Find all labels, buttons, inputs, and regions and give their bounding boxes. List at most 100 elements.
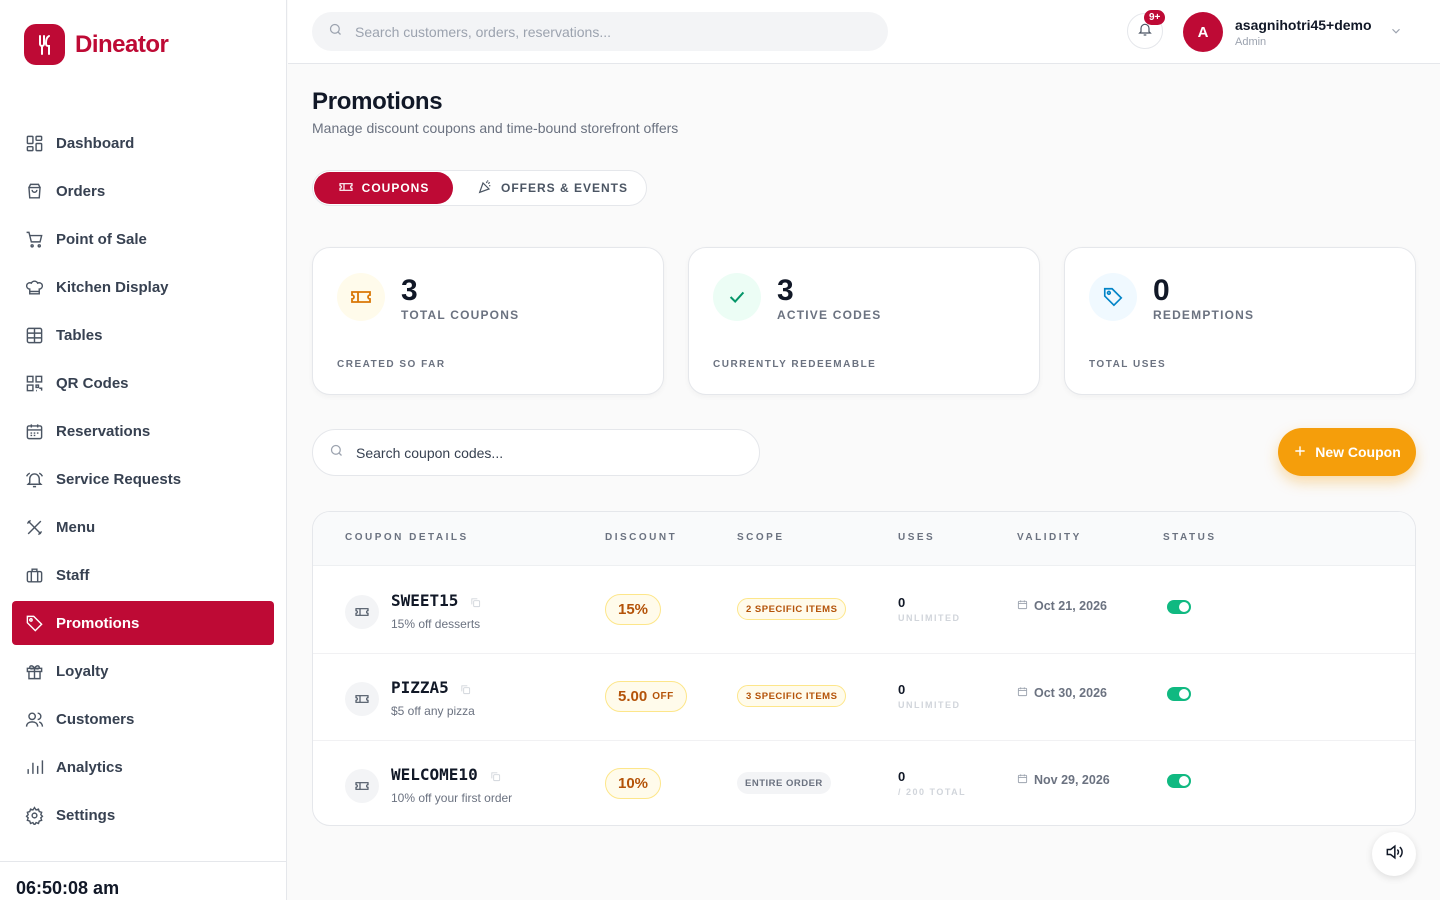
calendar-icon	[1017, 599, 1028, 613]
validity: Oct 30, 2026	[1017, 686, 1107, 700]
sidebar-item-label: Settings	[56, 806, 116, 824]
discount-value: 15%	[618, 601, 649, 618]
ticket-icon	[345, 769, 379, 803]
column-header: VALIDITY	[1017, 532, 1082, 543]
ticket-icon	[337, 273, 385, 321]
calendar-icon	[1017, 773, 1028, 787]
discount-value: 5.00	[618, 688, 648, 705]
sidebar-item-label: Loyalty	[56, 662, 109, 680]
uses-limit: / 200 TOTAL	[898, 787, 967, 797]
copy-icon[interactable]	[490, 769, 501, 787]
tab-coupons[interactable]: COUPONS	[314, 172, 453, 204]
tag-icon	[24, 613, 44, 633]
sidebar-item-staff[interactable]: Staff	[12, 553, 274, 597]
global-search-input[interactable]: Search customers, orders, reservations..…	[312, 12, 888, 51]
sidebar-item-label: Promotions	[56, 614, 140, 632]
sidebar-item-menu[interactable]: Menu	[12, 505, 274, 549]
speaker-icon	[1384, 842, 1404, 867]
table-header: COUPON DETAILS DISCOUNT SCOPE USES VALID…	[313, 512, 1415, 566]
sidebar-item-reservations[interactable]: Reservations	[12, 409, 274, 453]
sidebar-item-kitchen-display[interactable]: Kitchen Display	[12, 265, 274, 309]
user-name[interactable]: asagnihotri45+demo	[1235, 17, 1372, 33]
uses-count: 0	[898, 595, 906, 610]
table-row[interactable]: WELCOME10 10% off your first order 10% E…	[313, 741, 1415, 825]
sidebar-item-tables[interactable]: Tables	[12, 313, 274, 357]
stat-card-redemptions: 0 REDEMPTIONS TOTAL USES	[1064, 247, 1416, 395]
party-popper-icon	[477, 179, 493, 198]
sidebar-item-customers[interactable]: Customers	[12, 697, 274, 741]
chef-hat-icon	[24, 277, 44, 297]
coupons-table: COUPON DETAILS DISCOUNT SCOPE USES VALID…	[312, 511, 1416, 826]
coupon-description: 15% off desserts	[391, 617, 481, 631]
sidebar-item-label: Staff	[56, 566, 90, 584]
chevron-down-icon[interactable]	[1389, 24, 1403, 43]
clock: 06:50:08 am	[16, 878, 120, 898]
topbar: Search customers, orders, reservations..…	[288, 0, 1440, 64]
sound-toggle-button[interactable]	[1372, 832, 1416, 876]
coupon-code: PIZZA5	[391, 678, 449, 697]
brand-name: Dineator	[75, 30, 169, 58]
table-row[interactable]: SWEET15 15% off desserts 15% 2 SPECIFIC …	[313, 567, 1415, 654]
gear-icon	[24, 805, 44, 825]
scope-badge: ENTIRE ORDER	[737, 772, 831, 794]
sidebar-item-label: QR Codes	[56, 374, 129, 392]
discount-suffix: OFF	[652, 691, 674, 702]
new-coupon-button[interactable]: New Coupon	[1278, 428, 1416, 476]
sidebar: Dineator Dashboard Orders Point of Sale …	[0, 0, 287, 900]
column-header: STATUS	[1163, 532, 1217, 543]
qr-code-icon	[24, 373, 44, 393]
column-header: SCOPE	[737, 532, 785, 543]
stat-value: 0	[1153, 274, 1170, 307]
cart-icon	[24, 229, 44, 249]
gift-icon	[24, 661, 44, 681]
ticket-icon	[345, 682, 379, 716]
sidebar-item-analytics[interactable]: Analytics	[12, 745, 274, 789]
sidebar-item-settings[interactable]: Settings	[12, 793, 274, 837]
sidebar-item-promotions[interactable]: Promotions	[12, 601, 274, 645]
table-row[interactable]: PIZZA5 $5 off any pizza 5.00 OFF 3 SPECIF…	[313, 654, 1415, 741]
bar-chart-icon	[24, 757, 44, 777]
sidebar-item-dashboard[interactable]: Dashboard	[12, 121, 274, 165]
status-toggle[interactable]	[1167, 687, 1191, 701]
sidebar-item-loyalty[interactable]: Loyalty	[12, 649, 274, 693]
discount-badge: 10%	[605, 768, 662, 799]
sidebar-item-point-of-sale[interactable]: Point of Sale	[12, 217, 274, 261]
coupon-code: SWEET15	[391, 591, 459, 610]
stat-card-active-codes: 3 ACTIVE CODES CURRENTLY REDEEMABLE	[688, 247, 1040, 395]
utensils-icon	[24, 517, 44, 537]
column-header: DISCOUNT	[605, 532, 678, 543]
bell-ring-icon	[24, 469, 44, 489]
shopping-bag-icon	[24, 181, 44, 201]
sidebar-item-orders[interactable]: Orders	[12, 169, 274, 213]
coupon-search-input[interactable]: Search coupon codes...	[312, 429, 760, 476]
stat-label: REDEMPTIONS	[1153, 308, 1255, 322]
sidebar-nav: Dashboard Orders Point of Sale Kitchen D…	[12, 121, 274, 841]
validity: Nov 29, 2026	[1017, 773, 1110, 787]
notification-badge: 9+	[1144, 10, 1166, 25]
promotions-tabs: COUPONS OFFERS & EVENTS	[312, 170, 647, 206]
sidebar-item-label: Analytics	[56, 758, 123, 776]
brand-logo[interactable]: Dineator	[24, 24, 169, 65]
status-toggle[interactable]	[1167, 774, 1191, 788]
sidebar-item-service-requests[interactable]: Service Requests	[12, 457, 274, 501]
validity-date: Oct 30, 2026	[1034, 686, 1107, 700]
stat-value: 3	[777, 274, 794, 307]
calendar-icon	[24, 421, 44, 441]
users-icon	[24, 709, 44, 729]
copy-icon[interactable]	[460, 682, 471, 700]
discount-badge: 5.00 OFF	[605, 681, 687, 712]
sidebar-item-label: Tables	[56, 326, 103, 344]
copy-icon[interactable]	[470, 595, 481, 613]
page-subtitle: Manage discount coupons and time-bound s…	[312, 120, 679, 136]
sidebar-item-label: Customers	[56, 710, 135, 728]
status-toggle[interactable]	[1167, 600, 1191, 614]
validity-date: Oct 21, 2026	[1034, 599, 1107, 613]
user-role: Admin	[1235, 36, 1267, 48]
sidebar-item-qr-codes[interactable]: QR Codes	[12, 361, 274, 405]
check-icon	[713, 273, 761, 321]
avatar[interactable]: A	[1183, 12, 1223, 52]
uses-limit: UNLIMITED	[898, 700, 961, 710]
coupon-search-placeholder: Search coupon codes...	[356, 444, 504, 461]
sidebar-item-label: Service Requests	[56, 470, 182, 488]
tab-offers-events[interactable]: OFFERS & EVENTS	[477, 172, 628, 204]
